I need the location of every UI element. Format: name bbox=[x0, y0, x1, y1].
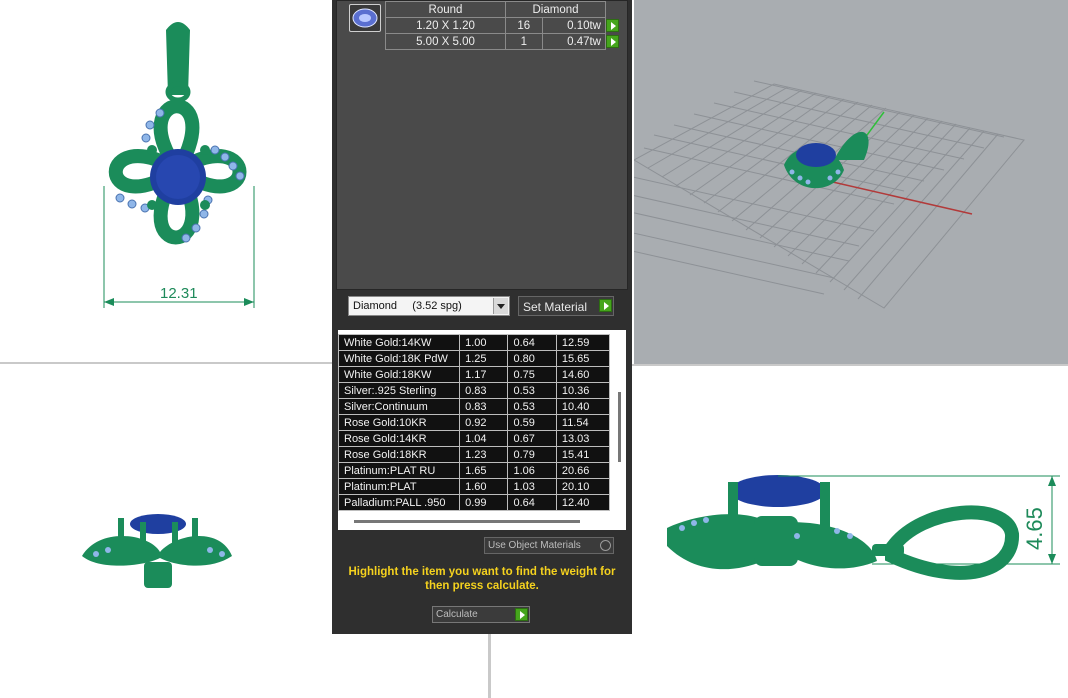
metal-table: White Gold:14KW 1.00 0.64 12.59 White Gold:1… bbox=[338, 334, 610, 511]
metal-value-b: 0.59 bbox=[507, 414, 557, 431]
metal-value-b: 1.03 bbox=[507, 478, 557, 495]
metal-name: White Gold:14KW bbox=[338, 334, 461, 351]
table-row[interactable]: Silver:.925 Sterling 0.83 0.53 10.36 bbox=[338, 382, 610, 399]
pendant-top-view bbox=[103, 22, 255, 308]
metal-value-c: 12.59 bbox=[555, 334, 610, 351]
use-object-materials-toggle[interactable]: Use Object Materials bbox=[484, 537, 614, 554]
metal-value-a: 1.04 bbox=[459, 430, 509, 447]
metal-value-a: 0.83 bbox=[459, 382, 509, 399]
horizontal-scrollbar[interactable] bbox=[354, 520, 580, 523]
metal-name: White Gold:18K PdW bbox=[338, 350, 461, 367]
set-material-label: Set Material bbox=[523, 300, 588, 314]
metal-name: Silver:Continuum bbox=[338, 398, 461, 415]
top-dimension-label: 12.31 bbox=[160, 285, 198, 302]
table-row[interactable]: Palladium:PALL .950 0.99 0.64 12.40 bbox=[338, 494, 610, 511]
metal-name: Platinum:PLAT RU bbox=[338, 462, 461, 479]
metal-value-c: 15.65 bbox=[555, 350, 610, 367]
viewport-divider bbox=[632, 364, 1068, 366]
stone-count: 1 bbox=[505, 33, 543, 50]
toggle-icon bbox=[600, 540, 611, 551]
stone-size: 1.20 X 1.20 bbox=[385, 17, 506, 34]
metal-value-c: 10.40 bbox=[555, 398, 610, 415]
material-select-value: Diamond (3.52 spg) bbox=[353, 300, 462, 312]
metal-value-b: 0.79 bbox=[507, 446, 557, 463]
chevron-down-icon[interactable] bbox=[493, 298, 508, 314]
stone-weight: 0.10tw bbox=[541, 17, 607, 34]
stone-size: 5.00 X 5.00 bbox=[385, 33, 506, 50]
metal-name: Palladium:PALL .950 bbox=[338, 494, 461, 511]
table-row[interactable]: Rose Gold:18KR 1.23 0.79 15.41 bbox=[338, 446, 610, 463]
stone-shape-header: Round bbox=[385, 1, 506, 18]
table-row[interactable]: Platinum:PLAT RU 1.65 1.06 20.66 bbox=[338, 462, 610, 479]
material-select[interactable]: Diamond (3.52 spg) bbox=[348, 296, 510, 316]
metal-value-c: 10.36 bbox=[555, 382, 610, 399]
stone-weight: 0.47tw bbox=[541, 33, 607, 50]
perspective-viewport[interactable] bbox=[634, 0, 1068, 364]
metal-value-a: 1.17 bbox=[459, 366, 509, 383]
table-row[interactable]: 1.20 X 1.20 16 0.10tw bbox=[385, 17, 622, 34]
stone-type-header: Diamond bbox=[505, 1, 606, 18]
metal-value-c: 20.10 bbox=[555, 478, 610, 495]
metal-value-c: 11.54 bbox=[555, 414, 610, 431]
metal-value-a: 0.92 bbox=[459, 414, 509, 431]
metal-value-c: 14.60 bbox=[555, 366, 610, 383]
stone-summary-area: Round Diamond 1.20 X 1.20 16 0.10tw 5.00… bbox=[336, 0, 628, 290]
go-button[interactable] bbox=[606, 35, 619, 48]
table-row[interactable]: Rose Gold:10KR 0.92 0.59 11.54 bbox=[338, 414, 610, 431]
play-icon bbox=[599, 299, 612, 312]
metal-name: Rose Gold:14KR bbox=[338, 430, 461, 447]
metal-value-a: 1.00 bbox=[459, 334, 509, 351]
instruction-text: Highlight the item you want to find the … bbox=[348, 566, 616, 592]
calculate-label: Calculate bbox=[436, 609, 478, 620]
viewport-divider bbox=[488, 634, 491, 698]
table-row[interactable]: White Gold:18KW 1.17 0.75 14.60 bbox=[338, 366, 610, 383]
stone-count: 16 bbox=[505, 17, 543, 34]
table-row[interactable]: Rose Gold:14KR 1.04 0.67 13.03 bbox=[338, 430, 610, 447]
table-row[interactable]: White Gold:18K PdW 1.25 0.80 15.65 bbox=[338, 350, 610, 367]
metal-value-c: 20.66 bbox=[555, 462, 610, 479]
vertical-scrollbar[interactable] bbox=[618, 392, 621, 462]
metal-value-a: 1.25 bbox=[459, 350, 509, 367]
metal-value-b: 0.64 bbox=[507, 334, 557, 351]
table-row[interactable]: Platinum:PLAT 1.60 1.03 20.10 bbox=[338, 478, 610, 495]
metal-value-b: 0.53 bbox=[507, 382, 557, 399]
set-material-button[interactable]: Set Material bbox=[518, 296, 614, 316]
table-row[interactable]: 5.00 X 5.00 1 0.47tw bbox=[385, 33, 622, 50]
metal-value-c: 13.03 bbox=[555, 430, 610, 447]
metal-name: Platinum:PLAT bbox=[338, 478, 461, 495]
metal-value-c: 12.40 bbox=[555, 494, 610, 511]
metal-name: Rose Gold:10KR bbox=[338, 414, 461, 431]
stone-table: Round Diamond 1.20 X 1.20 16 0.10tw 5.00… bbox=[385, 1, 622, 50]
metal-name: Silver:.925 Sterling bbox=[338, 382, 461, 399]
metal-value-a: 0.99 bbox=[459, 494, 509, 511]
metal-value-a: 1.60 bbox=[459, 478, 509, 495]
metal-value-b: 1.06 bbox=[507, 462, 557, 479]
metal-value-a: 1.65 bbox=[459, 462, 509, 479]
stone-icon bbox=[349, 4, 381, 32]
metal-value-a: 1.23 bbox=[459, 446, 509, 463]
metal-name: Rose Gold:18KR bbox=[338, 446, 461, 463]
perspective-grid bbox=[634, 80, 1025, 309]
metal-value-b: 0.75 bbox=[507, 366, 557, 383]
metal-value-b: 0.64 bbox=[507, 494, 557, 511]
viewport-divider bbox=[0, 362, 334, 364]
metal-name: White Gold:18KW bbox=[338, 366, 461, 383]
right-dimension-label: 4.65 bbox=[1022, 507, 1047, 550]
metal-value-c: 15.41 bbox=[555, 446, 610, 463]
table-row[interactable]: Silver:Continuum 0.83 0.53 10.40 bbox=[338, 398, 610, 415]
metal-value-b: 0.53 bbox=[507, 398, 557, 415]
table-row[interactable]: White Gold:14KW 1.00 0.64 12.59 bbox=[338, 334, 610, 351]
calculate-button[interactable]: Calculate bbox=[432, 606, 530, 623]
weight-calculator-panel: Round Diamond 1.20 X 1.20 16 0.10tw 5.00… bbox=[332, 0, 632, 634]
metal-value-b: 0.67 bbox=[507, 430, 557, 447]
use-object-materials-label: Use Object Materials bbox=[488, 540, 581, 551]
play-icon bbox=[515, 608, 528, 621]
top-viewport[interactable]: 12.31 bbox=[0, 0, 334, 362]
metal-value-b: 0.80 bbox=[507, 350, 557, 367]
metal-weight-list[interactable]: White Gold:14KW 1.00 0.64 12.59 White Gold:1… bbox=[338, 330, 626, 530]
go-button[interactable] bbox=[606, 19, 619, 32]
metal-value-a: 0.83 bbox=[459, 398, 509, 415]
